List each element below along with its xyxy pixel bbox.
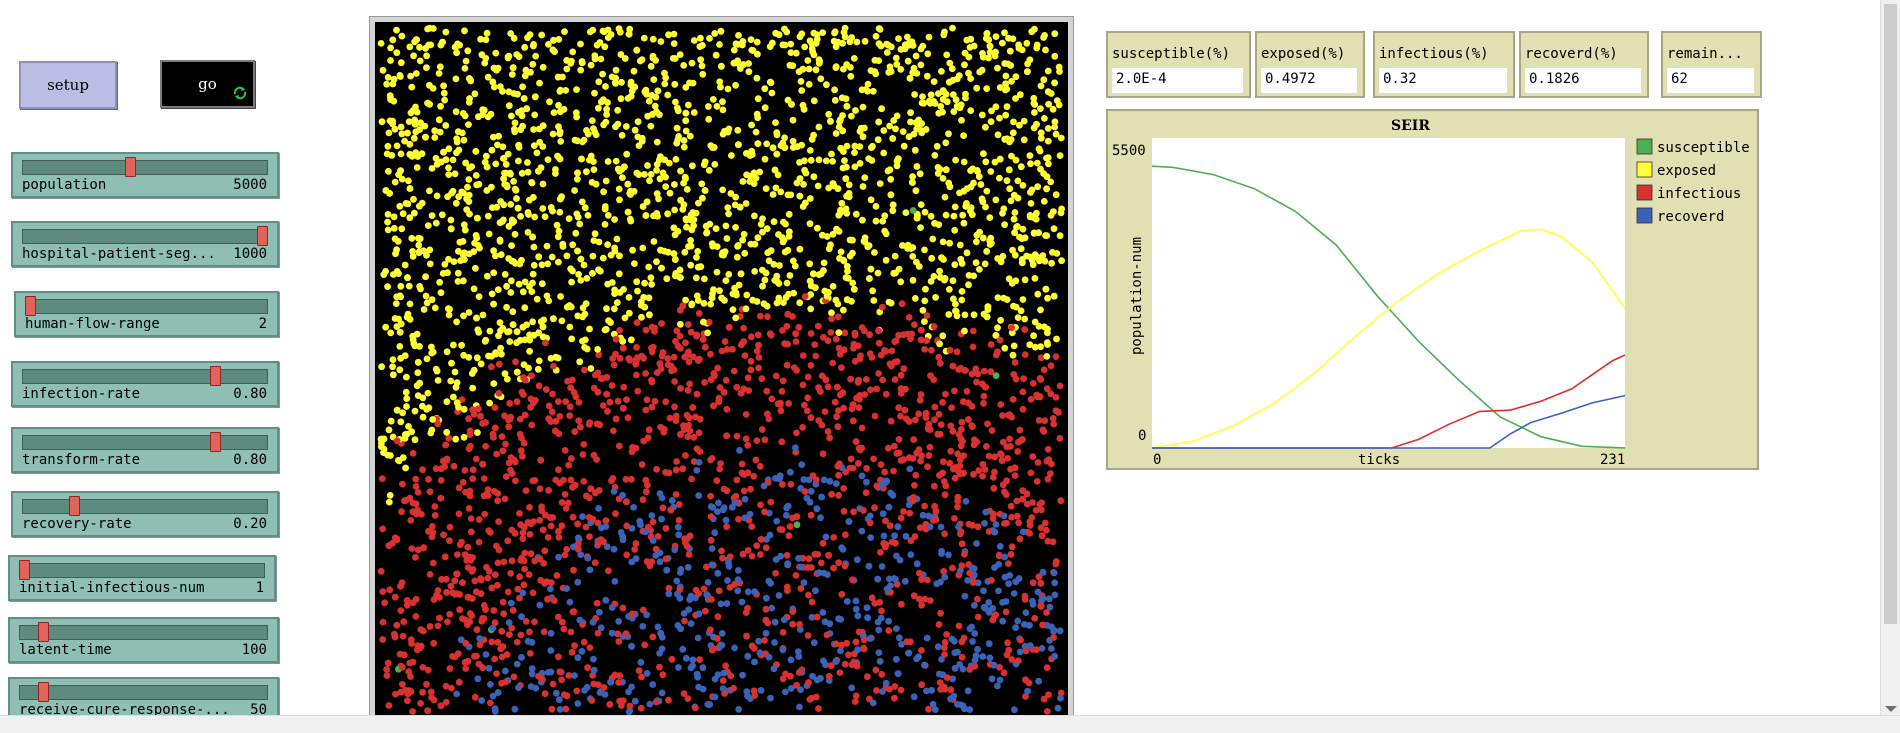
slider-transform-rate[interactable]: transform-rate 0.80 <box>11 427 279 473</box>
slider-track[interactable] <box>22 160 268 175</box>
slider-latent-time[interactable]: latent-time 100 <box>8 617 279 663</box>
slider-thumb[interactable] <box>210 432 221 452</box>
y-max-label: 5500 <box>1112 143 1146 159</box>
slider-thumb[interactable] <box>25 296 36 316</box>
legend-swatch-recoverd <box>1636 207 1653 224</box>
setup-button-label: setup <box>47 76 89 94</box>
slider-thumb[interactable] <box>19 560 30 580</box>
slider-track[interactable] <box>19 563 265 578</box>
legend-swatch-infectious <box>1636 184 1653 201</box>
seir-plot-svg: SEIR 5500 0 0 231 ticks population-num s… <box>1112 118 1750 468</box>
x-axis-label: ticks <box>1358 452 1400 468</box>
slider-value: 1000 <box>233 246 267 262</box>
monitor-susceptible: susceptible(%) 2.0E-4 <box>1106 31 1251 98</box>
slider-track[interactable] <box>22 229 268 244</box>
slider-value: 0.80 <box>233 452 267 468</box>
forever-icon <box>233 86 247 100</box>
scroll-down-arrow-icon[interactable] <box>1885 706 1897 712</box>
slider-thumb[interactable] <box>125 157 137 177</box>
slider-thumb[interactable] <box>38 622 50 642</box>
legend-label-recoverd: recoverd <box>1657 209 1724 225</box>
monitor-label: recoverd(%) <box>1525 46 1618 62</box>
monitor-label: exposed(%) <box>1261 46 1346 62</box>
slider-label: transform-rate <box>22 452 141 468</box>
legend-label-susceptible: susceptible <box>1657 140 1750 156</box>
slider-thumb[interactable] <box>69 496 80 516</box>
monitor-value: 0.4972 <box>1261 68 1357 93</box>
slider-value: 100 <box>241 642 267 658</box>
y-min-label: 0 <box>1138 428 1146 444</box>
slider-thumb[interactable] <box>38 682 50 702</box>
x-min-label: 0 <box>1153 452 1161 468</box>
plot-title: SEIR <box>1391 118 1430 134</box>
world-view[interactable] <box>375 22 1068 718</box>
slider-track[interactable] <box>25 299 268 314</box>
seir-plot: SEIR 5500 0 0 231 ticks population-num s… <box>1106 109 1759 470</box>
go-button-label: go <box>198 75 217 93</box>
slider-infection-rate[interactable]: infection-rate 0.80 <box>11 361 279 407</box>
slider-label: recovery-rate <box>22 516 132 532</box>
monitor-value: 0.32 <box>1379 68 1507 93</box>
monitor-recoverd: recoverd(%) 0.1826 <box>1519 31 1649 98</box>
horizontal-scrollbar[interactable] <box>0 715 1900 733</box>
y-axis-label: population-num <box>1129 237 1145 355</box>
legend-swatch-exposed <box>1636 161 1653 178</box>
monitor-label: infectious(%) <box>1379 46 1489 62</box>
monitor-value: 2.0E-4 <box>1112 68 1243 93</box>
legend-swatch-susceptible <box>1636 138 1653 155</box>
slider-value: 2 <box>258 316 267 332</box>
monitor-remain: remain... 62 <box>1661 31 1762 98</box>
legend-label-infectious: infectious <box>1657 186 1741 202</box>
monitor-infectious: infectious(%) 0.32 <box>1373 31 1515 98</box>
world-view-frame <box>369 16 1074 724</box>
x-max-label: 231 <box>1600 452 1625 468</box>
slider-human-flow-range[interactable]: human-flow-range 2 <box>14 291 279 337</box>
slider-label: initial-infectious-num <box>19 580 205 596</box>
slider-label: hospital-patient-seg... <box>22 246 216 262</box>
slider-thumb[interactable] <box>257 226 268 246</box>
slider-track[interactable] <box>19 625 268 640</box>
slider-hospital-patient-seg[interactable]: hospital-patient-seg... 1000 <box>11 221 279 267</box>
monitor-value: 0.1826 <box>1525 68 1641 93</box>
setup-button[interactable]: setup <box>19 61 117 109</box>
slider-label: infection-rate <box>22 386 141 402</box>
slider-thumb[interactable] <box>210 366 221 386</box>
slider-label: human-flow-range <box>25 316 160 332</box>
slider-label: population <box>22 177 107 193</box>
go-button[interactable]: go <box>160 60 255 108</box>
slider-value: 5000 <box>233 177 267 193</box>
slider-track[interactable] <box>22 435 268 450</box>
slider-value: 0.20 <box>233 516 267 532</box>
scrollbar-thumb[interactable] <box>1884 4 1897 624</box>
slider-value: 1 <box>255 580 264 596</box>
slider-track[interactable] <box>22 369 268 384</box>
slider-track[interactable] <box>19 685 268 700</box>
monitor-label: susceptible(%) <box>1112 46 1231 62</box>
monitor-label: remain... <box>1667 46 1743 62</box>
monitor-exposed: exposed(%) 0.4972 <box>1255 31 1365 98</box>
slider-value: 0.80 <box>233 386 267 402</box>
slider-population[interactable]: population 5000 <box>11 152 279 198</box>
slider-label: latent-time <box>19 642 112 658</box>
monitor-value: 62 <box>1667 68 1754 93</box>
legend-label-exposed: exposed <box>1657 163 1716 179</box>
vertical-scrollbar[interactable] <box>1880 0 1900 716</box>
slider-recovery-rate[interactable]: recovery-rate 0.20 <box>11 491 279 537</box>
slider-initial-infectious-num[interactable]: initial-infectious-num 1 <box>8 555 276 601</box>
plot-area <box>1152 138 1625 448</box>
slider-track[interactable] <box>22 499 268 514</box>
